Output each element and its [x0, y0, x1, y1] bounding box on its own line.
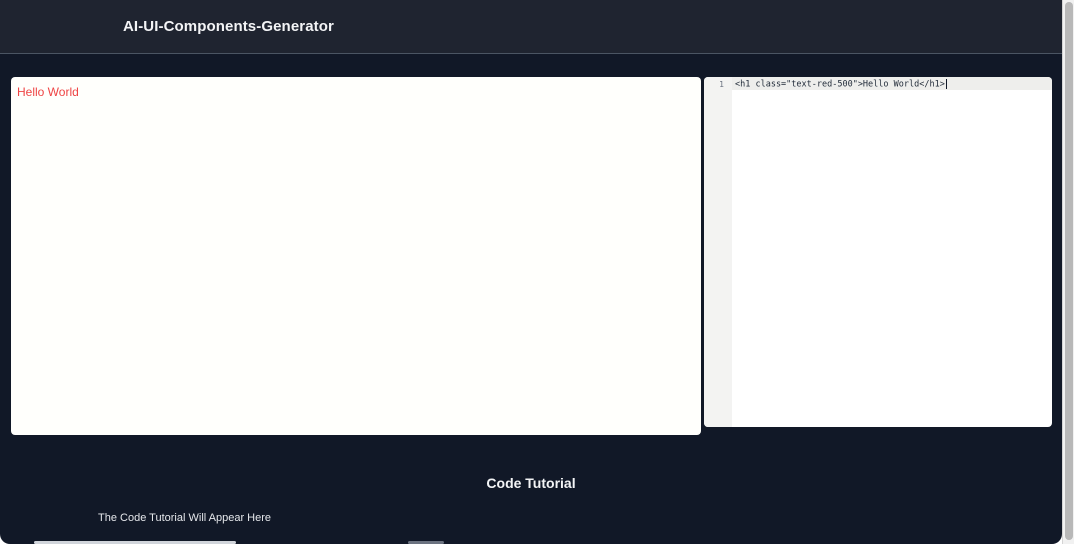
- code-line[interactable]: <h1 class="text-red-500">Hello World</h1…: [735, 79, 947, 90]
- preview-heading: Hello World: [17, 85, 79, 99]
- line-number: 1: [719, 80, 724, 89]
- page-scrollbar[interactable]: [1062, 0, 1074, 544]
- code-editor[interactable]: 1 <h1 class="text-red-500">Hello World</…: [704, 77, 1052, 427]
- component-preview-panel: Hello World: [11, 77, 701, 435]
- app-title: AI-UI-Components-Generator: [123, 18, 334, 35]
- content-divider: [408, 541, 444, 544]
- tutorial-body: The Code Tutorial Will Appear Here: [98, 512, 272, 524]
- navbar: AI-UI-Components-Generator: [0, 0, 1062, 54]
- line-number-gutter: 1: [704, 77, 732, 427]
- scrollbar-thumb[interactable]: [1065, 2, 1073, 540]
- tutorial-title: Code Tutorial: [486, 475, 576, 491]
- text-cursor: [945, 79, 947, 89]
- code-line-text: <h1 class="text-red-500">Hello World</h1…: [735, 79, 945, 90]
- content-divider: [34, 541, 236, 544]
- app-container: AI-UI-Components-Generator Hello World 1…: [0, 0, 1062, 544]
